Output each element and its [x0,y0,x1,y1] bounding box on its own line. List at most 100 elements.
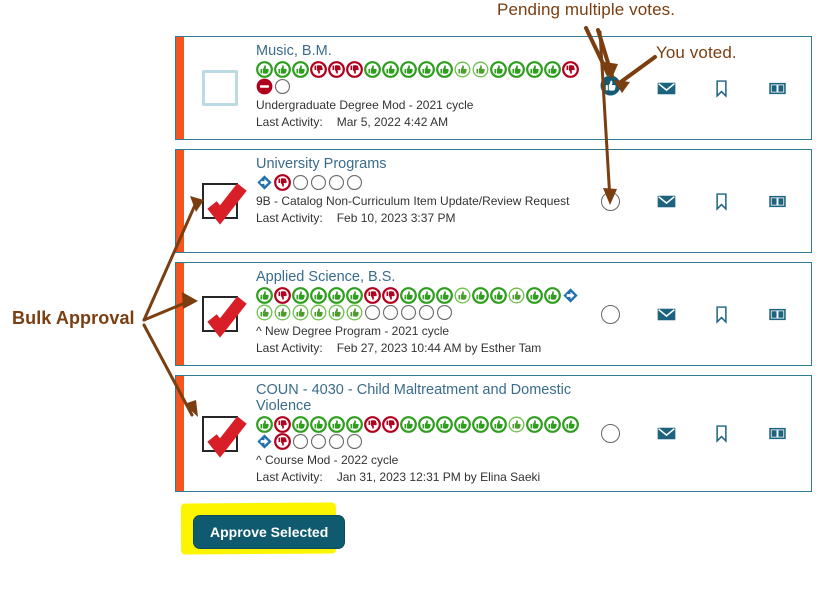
last-activity-value: Jan 31, 2023 12:31 PM by Elina Saeki [336,470,541,484]
compare-action[interactable] [762,299,792,329]
vote-empty-icon [418,304,435,321]
compare-action[interactable] [762,186,792,216]
vote-up-icon [255,61,273,78]
bookmark-action[interactable] [707,186,737,216]
vote-up-icon [471,416,489,433]
vote-down-icon [363,416,381,433]
vote-down-icon [363,287,381,304]
vote-up-icon [435,287,453,304]
proposal-card[interactable]: University Programs 9B - Catalog Non-Curr… [175,149,812,253]
vote-up-icon [399,416,417,433]
vote-up-icon [561,416,579,433]
approve-selected-button[interactable]: Approve Selected [194,516,345,548]
vote-up-icon [417,416,435,433]
compare-action[interactable] [762,73,792,103]
vote-up-light-icon [508,287,525,304]
row-checkbox-checked[interactable] [202,183,247,225]
vote-strip [255,287,583,321]
vote-up-icon [309,416,327,433]
vote-down-icon [273,174,291,191]
row-checkbox-checked[interactable] [202,415,247,458]
proposal-card[interactable]: COUN - 4030 - Child Maltreatment and Dom… [175,375,812,492]
proposal-title[interactable]: Applied Science, B.S. [256,269,583,285]
vote-strip [255,61,583,95]
vote-skip-icon [256,174,273,191]
vote-down-icon [345,61,363,78]
proposal-card[interactable]: Music, B.M. Undergraduate Degree Mod - 20… [175,36,812,140]
message-action[interactable] [651,73,681,103]
vote-up-icon [255,416,273,433]
vote-empty-icon [310,433,327,450]
vote-strip [255,174,583,191]
message-action[interactable] [651,299,681,329]
vote-up-icon [291,416,309,433]
vote-status-action[interactable] [596,419,626,449]
vote-down-icon [273,433,291,450]
vote-up-icon [345,416,363,433]
vote-status-action[interactable] [596,73,626,103]
last-activity-label: Last Activity: [256,470,323,484]
proposal-title[interactable]: Music, B.M. [256,43,583,59]
vote-status-action[interactable] [596,299,626,329]
vote-up-icon [543,416,561,433]
vote-up-icon [309,287,327,304]
vote-skip-icon [562,287,579,304]
last-activity: Last Activity: Mar 5, 2022 4:42 AM [256,115,583,130]
status-accent-bar [176,376,184,491]
vote-empty-icon [346,174,363,191]
vote-empty-icon [346,433,363,450]
last-activity: Last Activity: Feb 27, 2023 10:44 AM by E… [256,341,583,356]
vote-up-icon [435,416,453,433]
last-activity: Last Activity: Feb 10, 2023 3:37 PM [256,211,583,226]
pending-vote-icon[interactable] [601,191,621,211]
vote-up-icon [525,287,543,304]
vote-up-icon [507,61,525,78]
checkbox-cell [184,37,256,139]
checkbox-cell [184,150,256,252]
vote-up-icon [345,287,363,304]
vote-down-icon [273,287,291,304]
vote-up-light-icon [472,61,489,78]
card-actions [583,376,811,491]
vote-up-light-icon [328,304,345,321]
pending-vote-icon[interactable] [601,304,621,324]
status-accent-bar [176,263,184,365]
checkbox-cell [184,263,256,365]
vote-status-action[interactable] [596,186,626,216]
vote-up-icon [543,287,561,304]
last-activity-label: Last Activity: [256,341,323,355]
checkbox-cell [184,376,256,491]
vote-empty-icon [436,304,453,321]
vote-up-icon [417,61,435,78]
compare-action[interactable] [762,419,792,449]
vote-up-icon [543,61,561,78]
proposal-title[interactable]: University Programs [256,156,583,172]
message-action[interactable] [651,186,681,216]
proposal-list: Music, B.M. Undergraduate Degree Mod - 20… [175,36,812,501]
pending-vote-icon[interactable] [601,424,621,443]
vote-up-light-icon [346,304,363,321]
row-checkbox-empty[interactable] [202,70,238,106]
proposal-title[interactable]: COUN - 4030 - Child Maltreatment and Dom… [256,382,583,414]
vote-down-icon [273,416,291,433]
vote-empty-icon [328,174,345,191]
last-activity-value: Mar 5, 2022 4:42 AM [336,115,449,129]
vote-empty-icon [292,433,309,450]
last-activity-label: Last Activity: [256,115,323,129]
vote-up-icon [471,287,489,304]
last-activity-value: Feb 27, 2023 10:44 AM by Esther Tam [336,341,542,355]
last-activity-label: Last Activity: [256,211,323,225]
vote-strip [255,416,583,450]
card-body: Applied Science, B.S. ^ New Degree Progra… [255,263,583,365]
vote-up-icon [273,61,291,78]
voted-badge-icon[interactable] [599,74,622,102]
vote-up-light-icon [508,416,525,433]
proposal-card[interactable]: Applied Science, B.S. ^ New Degree Progra… [175,262,812,366]
message-action[interactable] [651,419,681,449]
proposal-subtitle: ^ Course Mod - 2022 cycle [256,453,399,467]
bookmark-action[interactable] [707,73,737,103]
bookmark-action[interactable] [707,419,737,449]
bookmark-action[interactable] [707,299,737,329]
vote-up-icon [525,416,543,433]
row-checkbox-checked[interactable] [202,296,247,338]
